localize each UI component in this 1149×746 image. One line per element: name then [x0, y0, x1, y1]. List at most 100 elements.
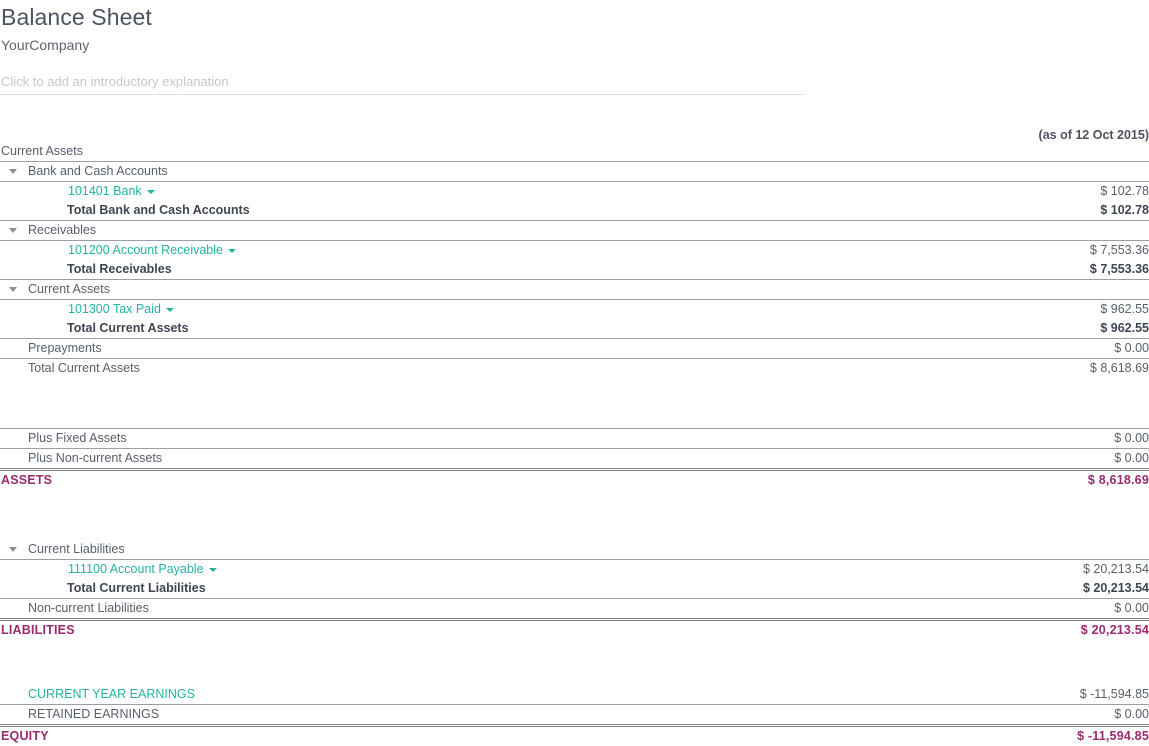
current-assets-header-cell: Current Assets: [0, 142, 1000, 162]
account-link-101401-bank[interactable]: 101401 Bank: [68, 182, 155, 201]
assets-total-label: ASSETS: [1, 471, 52, 490]
table-row: Total Current Assets $ 8,618.69: [0, 359, 1149, 379]
table-row[interactable]: Bank and Cash Accounts: [0, 162, 1149, 182]
group-current-liabilities-cell[interactable]: Current Liabilities: [0, 540, 1000, 560]
group-current-assets-label: Current Assets: [28, 280, 110, 299]
account-payable-cell[interactable]: 111100 Account Payable: [0, 560, 1000, 580]
account-link-label: 101401 Bank: [68, 182, 142, 201]
total-current-assets-sub-label: Total Current Assets: [67, 319, 189, 338]
grand-total-current-assets-amount: $ 8,618.69: [1000, 359, 1149, 379]
table-row[interactable]: RETAINED EARNINGS $ 0.00: [0, 705, 1149, 726]
grand-total-current-assets-cell: Total Current Assets: [0, 359, 1000, 379]
table-row[interactable]: Prepayments $ 0.00: [0, 339, 1149, 359]
group-current-assets-cell[interactable]: Current Assets: [0, 280, 1000, 300]
account-receivable-cell[interactable]: 101200 Account Receivable: [0, 241, 1000, 261]
plus-noncurrent-assets-amount: $ 0.00: [1000, 449, 1149, 470]
noncurrent-liabilities-cell[interactable]: Non-current Liabilities: [0, 599, 1000, 620]
introduction-field-wrapper: Click to add an introductory explanation: [0, 54, 1149, 95]
total-bank-amount: $ 102.78: [1000, 201, 1149, 221]
balance-sheet-table: (as of 12 Oct 2015) Current Assets Bank …: [0, 128, 1149, 746]
current-year-earnings-cell[interactable]: CURRENT YEAR EARNINGS: [0, 685, 1000, 705]
total-receivables-amount: $ 7,553.36: [1000, 260, 1149, 280]
liabilities-total-amount: $ 20,213.54: [1000, 620, 1149, 641]
chevron-down-icon[interactable]: [166, 308, 174, 312]
current-assets-header-amount: [1000, 142, 1149, 162]
page-title: Balance Sheet: [0, 0, 1149, 31]
table-row[interactable]: Current Liabilities: [0, 540, 1149, 560]
account-link-101300-tax-paid[interactable]: 101300 Tax Paid: [68, 300, 174, 319]
equity-total-cell: EQUITY: [0, 726, 1000, 746]
table-row[interactable]: 111100 Account Payable $ 20,213.54: [0, 560, 1149, 580]
account-link-label: 101200 Account Receivable: [68, 241, 223, 260]
plus-fixed-assets-cell[interactable]: Plus Fixed Assets: [0, 429, 1000, 449]
grand-total-current-assets-label: Total Current Assets: [28, 359, 140, 378]
table-row[interactable]: 101200 Account Receivable $ 7,553.36: [0, 241, 1149, 261]
table-row[interactable]: Current Assets: [0, 280, 1149, 300]
noncurrent-liabilities-label: Non-current Liabilities: [28, 599, 149, 618]
chevron-down-icon[interactable]: [228, 249, 236, 253]
total-receivables-label: Total Receivables: [67, 260, 172, 279]
account-link-111100-account-payable[interactable]: 111100 Account Payable: [68, 560, 217, 579]
equity-total-amount: $ -11,594.85: [1000, 726, 1149, 746]
plus-fixed-assets-amount: $ 0.00: [1000, 429, 1149, 449]
total-current-assets-sub-cell: Total Current Assets: [0, 319, 1000, 339]
expand-caret-icon[interactable]: [0, 287, 28, 292]
section-spacer: [0, 378, 1149, 429]
assets-total-amount: $ 8,618.69: [1000, 470, 1149, 491]
group-bank-and-cash-amount: [1000, 162, 1149, 182]
expand-caret-icon[interactable]: [0, 547, 28, 552]
retained-earnings-cell[interactable]: RETAINED EARNINGS: [0, 705, 1000, 726]
table-row[interactable]: Non-current Liabilities $ 0.00: [0, 599, 1149, 620]
group-receivables-label: Receivables: [28, 221, 96, 240]
table-row: ASSETS $ 8,618.69: [0, 470, 1149, 491]
account-tax-paid-cell[interactable]: 101300 Tax Paid: [0, 300, 1000, 320]
table-row[interactable]: 101300 Tax Paid $ 962.55: [0, 300, 1149, 320]
section-spacer: [0, 490, 1149, 540]
table-row[interactable]: 101401 Bank $ 102.78: [0, 182, 1149, 202]
current-year-earnings-link[interactable]: CURRENT YEAR EARNINGS: [28, 685, 195, 704]
retained-earnings-amount: $ 0.00: [1000, 705, 1149, 726]
group-current-assets-amount: [1000, 280, 1149, 300]
total-receivables-cell: Total Receivables: [0, 260, 1000, 280]
group-bank-and-cash-cell[interactable]: Bank and Cash Accounts: [0, 162, 1000, 182]
introduction-input[interactable]: Click to add an introductory explanation: [0, 73, 805, 95]
account-bank-cell[interactable]: 101401 Bank: [0, 182, 1000, 202]
table-row: Total Current Liabilities $ 20,213.54: [0, 579, 1149, 599]
expand-caret-icon[interactable]: [0, 228, 28, 233]
as-of-date: (as of 12 Oct 2015): [1000, 128, 1149, 142]
account-bank-amount: $ 102.78: [1000, 182, 1149, 202]
liabilities-total-cell: LIABILITIES: [0, 620, 1000, 641]
prepayments-amount: $ 0.00: [1000, 339, 1149, 359]
chevron-down-icon[interactable]: [209, 568, 217, 572]
group-receivables-amount: [1000, 221, 1149, 241]
total-current-liabilities-amount: $ 20,213.54: [1000, 579, 1149, 599]
group-receivables-cell[interactable]: Receivables: [0, 221, 1000, 241]
chevron-down-icon[interactable]: [147, 190, 155, 194]
expand-caret-icon[interactable]: [0, 169, 28, 174]
equity-total-label: EQUITY: [1, 727, 49, 746]
account-receivable-amount: $ 7,553.36: [1000, 241, 1149, 261]
total-current-liabilities-cell: Total Current Liabilities: [0, 579, 1000, 599]
current-year-earnings-amount: $ -11,594.85: [1000, 685, 1149, 705]
as-of-date-row: (as of 12 Oct 2015): [0, 128, 1149, 142]
table-row[interactable]: Plus Fixed Assets $ 0.00: [0, 429, 1149, 449]
total-bank-cell: Total Bank and Cash Accounts: [0, 201, 1000, 221]
table-row[interactable]: Receivables: [0, 221, 1149, 241]
table-row: EQUITY $ -11,594.85: [0, 726, 1149, 746]
total-current-assets-sub-amount: $ 962.55: [1000, 319, 1149, 339]
total-bank-label: Total Bank and Cash Accounts: [67, 201, 250, 220]
current-assets-header-label: Current Assets: [1, 142, 83, 161]
prepayments-cell[interactable]: Prepayments: [0, 339, 1000, 359]
group-bank-and-cash-label: Bank and Cash Accounts: [28, 162, 168, 181]
group-current-liabilities-amount: [1000, 540, 1149, 560]
retained-earnings-label: RETAINED EARNINGS: [28, 705, 159, 724]
account-payable-amount: $ 20,213.54: [1000, 560, 1149, 580]
table-row[interactable]: CURRENT YEAR EARNINGS $ -11,594.85: [0, 685, 1149, 705]
group-current-liabilities-label: Current Liabilities: [28, 540, 125, 559]
table-row[interactable]: Plus Non-current Assets $ 0.00: [0, 449, 1149, 470]
account-link-label: 101300 Tax Paid: [68, 300, 161, 319]
table-row: LIABILITIES $ 20,213.54: [0, 620, 1149, 641]
table-row: Current Assets: [0, 142, 1149, 162]
account-link-101200-account-receivable[interactable]: 101200 Account Receivable: [68, 241, 236, 260]
plus-noncurrent-assets-cell[interactable]: Plus Non-current Assets: [0, 449, 1000, 470]
